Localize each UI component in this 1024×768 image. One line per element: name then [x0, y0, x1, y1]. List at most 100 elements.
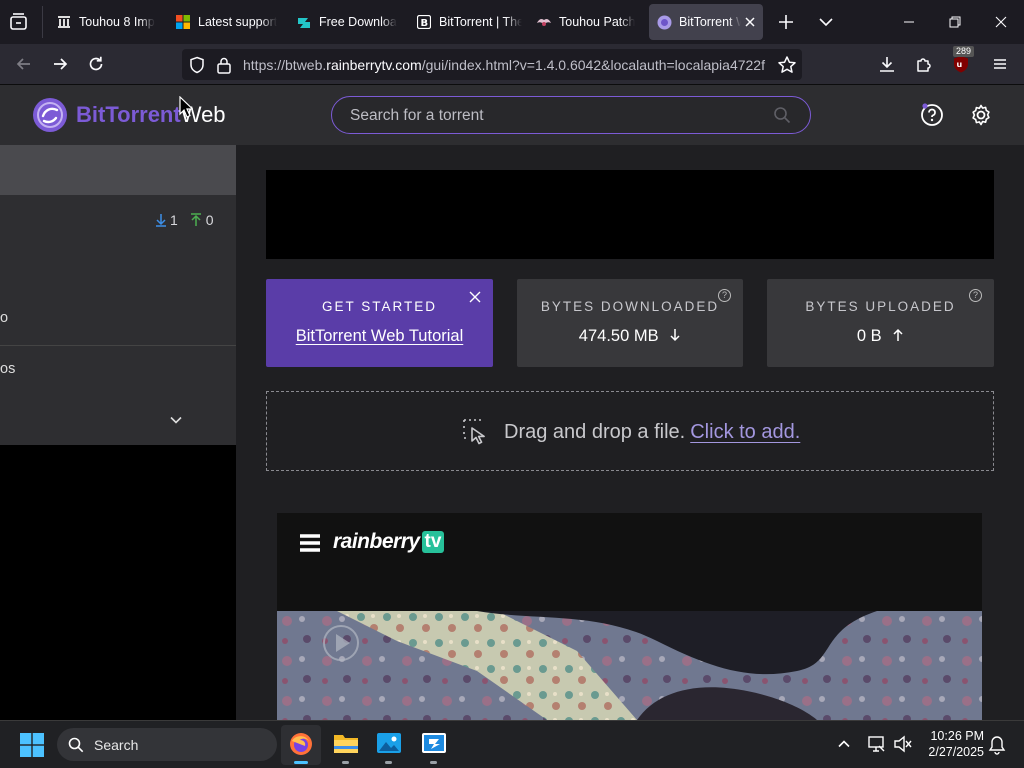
drop-zone[interactable]: Drag and drop a file. Click to add. — [266, 391, 994, 471]
main-content: GET STARTED BitTorrent Web Tutorial BYTE… — [236, 145, 1024, 720]
drop-zone-text: Drag and drop a file. — [504, 420, 686, 443]
chevron-down-icon[interactable] — [168, 412, 184, 428]
banner-ad-slot — [266, 170, 994, 259]
bookmark-star-icon[interactable] — [777, 55, 797, 75]
selected-torrent-row[interactable] — [0, 145, 236, 195]
windows-taskbar: Search 10:26 PM 2/27/2025 — [0, 720, 1024, 768]
click-to-add-link[interactable]: Click to add. — [690, 421, 800, 444]
windows-logo-icon — [175, 14, 191, 30]
svg-text:B: B — [421, 18, 429, 29]
sidebar-item-1[interactable]: o — [0, 310, 8, 326]
remote-app-icon[interactable] — [421, 731, 447, 764]
up-arrow-icon — [893, 328, 903, 341]
new-tab-icon[interactable] — [776, 12, 796, 32]
running-indicator — [430, 761, 437, 764]
bittorrent-b-icon: B — [416, 14, 432, 30]
list-tabs-icon[interactable] — [816, 12, 836, 32]
notification-bell-icon[interactable] — [988, 735, 1006, 755]
get-started-label: GET STARTED — [321, 299, 438, 314]
browser-tab-active[interactable]: BitTorrent W — [649, 4, 763, 40]
torrent-list-panel: 1 0 o os — [0, 145, 236, 445]
browser-tab[interactable]: Touhou Patch — [530, 4, 642, 40]
downloads-icon[interactable] — [871, 48, 903, 80]
sidebar-divider — [0, 345, 236, 346]
video-thumbnail[interactable] — [277, 611, 982, 720]
bytes-uploaded-value: 0 B — [767, 327, 994, 346]
firefox-taskbar-button[interactable] — [281, 725, 321, 765]
tab-title: BitTorrent W — [679, 15, 741, 29]
close-window-icon[interactable] — [978, 0, 1024, 44]
app-header: BitTorrentWeb Search for a torrent — [0, 85, 1024, 145]
logo-text-main: BitTorrent — [76, 102, 181, 127]
transfer-counts: 1 0 — [155, 212, 214, 228]
chevron-up-icon[interactable] — [836, 736, 852, 752]
tab-title: Free Downloa — [319, 15, 397, 29]
volume-muted-icon[interactable] — [893, 734, 913, 754]
network-icon[interactable] — [866, 734, 886, 754]
windows-start-icon[interactable] — [20, 733, 44, 757]
rainberry-word: rainberry — [333, 530, 420, 553]
url-text[interactable]: https://btweb.rainberrytv.com/gui/index.… — [243, 57, 768, 73]
bytes-downloaded-label: BYTES DOWNLOADED — [540, 299, 720, 314]
hamburger-icon[interactable] — [299, 533, 321, 553]
forward-arrow-icon[interactable] — [44, 48, 76, 80]
svg-text:u: u — [957, 60, 963, 69]
running-indicator — [342, 761, 349, 764]
browser-tab[interactable]: Free Downloa — [290, 4, 402, 40]
running-indicator — [385, 761, 392, 764]
hamburger-menu-icon[interactable] — [984, 48, 1016, 80]
extensions-puzzle-icon[interactable] — [908, 48, 940, 80]
browser-tab[interactable]: Latest support — [170, 4, 282, 40]
back-arrow-icon[interactable] — [8, 48, 40, 80]
browser-tab[interactable]: B BitTorrent | The — [410, 4, 522, 40]
browser-tab-bar: Touhou 8 Imp Latest support Free Downloa… — [0, 0, 1024, 44]
question-icon[interactable]: ? — [718, 289, 731, 302]
sidebar-item-2[interactable]: os — [0, 361, 15, 377]
tab-title: Touhou Patch — [559, 15, 636, 29]
taskbar-search-box[interactable]: Search — [57, 728, 277, 761]
bytes-uploaded-label: BYTES UPLOADED — [805, 299, 956, 314]
question-icon[interactable]: ? — [969, 289, 982, 302]
taskbar-search-label: Search — [94, 736, 139, 753]
downloaded-amount: 474.50 MB — [578, 327, 659, 345]
bittorrent-web-icon — [656, 14, 672, 30]
rainberry-ad[interactable]: rainberry tv — [277, 513, 982, 720]
mouse-cursor — [179, 95, 194, 118]
upload-count: 0 — [205, 212, 214, 228]
tab-title: Latest support — [198, 15, 278, 29]
browser-tab[interactable]: Touhou 8 Imp — [50, 4, 162, 40]
search-placeholder: Search for a torrent — [350, 107, 484, 124]
columns-icon — [56, 14, 72, 30]
tutorial-link[interactable]: BitTorrent Web Tutorial — [266, 327, 493, 346]
sidebar: 1 0 o os — [0, 145, 236, 720]
file-explorer-icon[interactable] — [333, 731, 359, 764]
search-icon[interactable] — [773, 106, 791, 124]
close-tab-icon[interactable] — [742, 14, 758, 30]
minimize-icon[interactable] — [886, 0, 932, 44]
help-icon[interactable] — [920, 103, 944, 127]
download-count: 1 — [170, 212, 178, 228]
clock-date: 2/27/2025 — [928, 745, 984, 759]
close-card-icon[interactable] — [469, 290, 481, 303]
down-arrow-icon — [670, 329, 680, 342]
reload-icon[interactable] — [80, 48, 112, 80]
search-icon — [68, 737, 84, 752]
active-indicator — [294, 761, 308, 764]
tracking-shield-icon[interactable] — [188, 56, 206, 74]
clock[interactable]: 10:26 PM 2/27/2025 — [918, 728, 984, 760]
tab-overview-icon[interactable] — [8, 11, 30, 33]
ublock-extension-icon[interactable]: u 289 — [945, 46, 977, 80]
photos-app-icon[interactable] — [376, 731, 402, 764]
video-thumbnail-image — [277, 611, 982, 720]
url-prefix: https://btweb. — [243, 57, 327, 73]
torrent-search-box[interactable]: Search for a torrent — [331, 96, 811, 134]
settings-gear-icon[interactable] — [969, 103, 993, 127]
bittorrent-web-logo[interactable]: BitTorrentWeb — [32, 97, 226, 133]
tab-title: BitTorrent | The — [439, 15, 522, 29]
url-domain: rainberrytv.com — [326, 57, 422, 73]
lock-icon[interactable] — [216, 56, 232, 74]
url-bar[interactable]: https://btweb.rainberrytv.com/gui/index.… — [182, 49, 802, 80]
uploaded-amount: 0 B — [856, 327, 882, 345]
restore-icon[interactable] — [932, 0, 978, 44]
rainberry-tv-badge: tv — [421, 531, 445, 553]
